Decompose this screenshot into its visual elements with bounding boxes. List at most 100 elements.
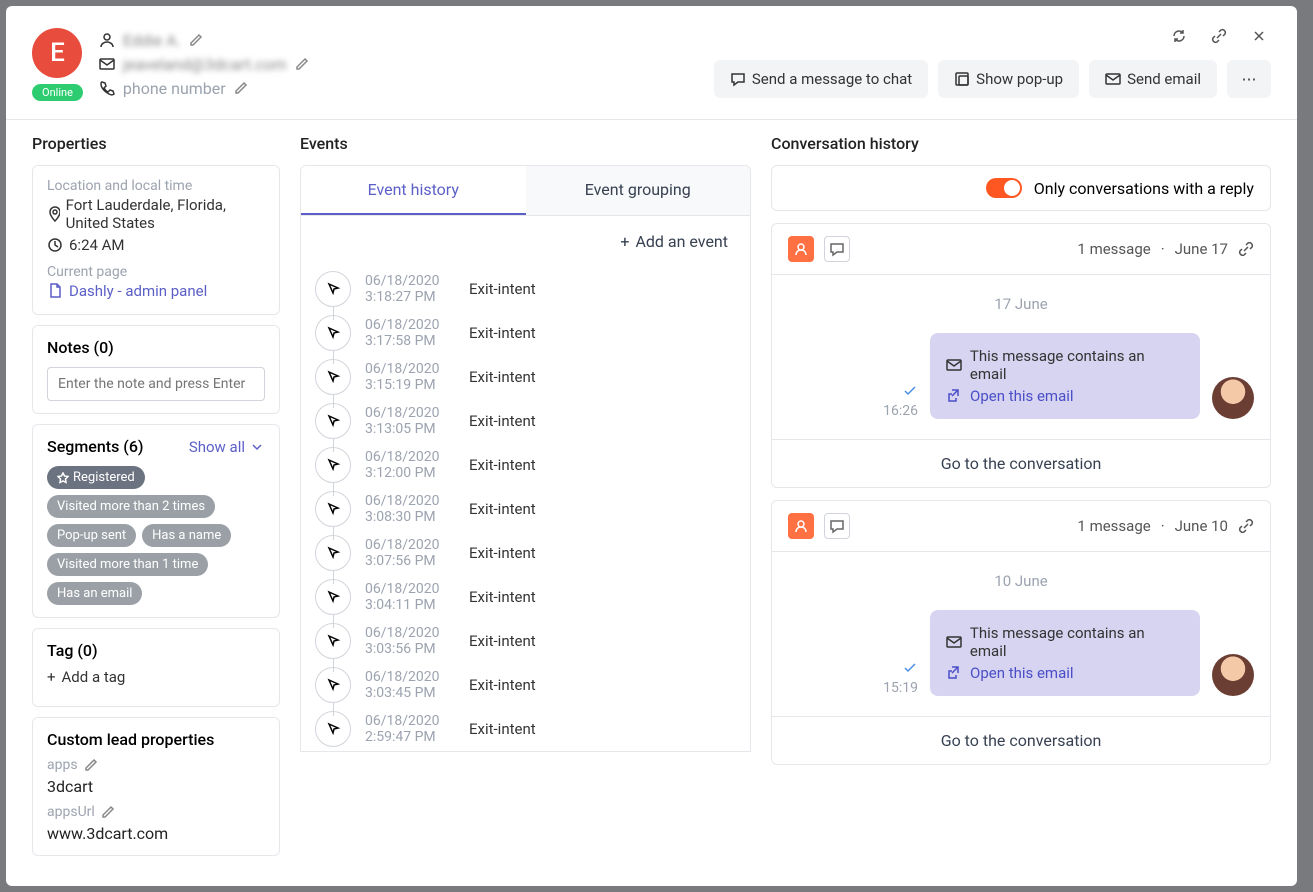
event-timestamp: 06/18/20202:59:47 PM [365, 713, 455, 745]
reply-filter-toggle[interactable] [986, 178, 1022, 198]
mail-icon [99, 56, 115, 72]
refresh-icon[interactable] [1171, 28, 1191, 48]
event-name: Exit-intent [469, 412, 536, 430]
msg-time: 15:19 [883, 680, 918, 696]
cursor-icon [315, 447, 351, 483]
reply-filter-label: Only conversations with a reply [1034, 179, 1254, 198]
tag-title: Tag (0) [47, 641, 265, 660]
link-icon[interactable] [1238, 518, 1254, 534]
event-timestamp: 06/18/20203:15:19 PM [365, 361, 455, 393]
segment-chip: Visited more than 1 time [47, 553, 208, 576]
mail-icon [946, 357, 962, 373]
event-name: Exit-intent [469, 368, 536, 386]
add-event-button[interactable]: +Add an event [301, 216, 750, 267]
goto-conversation-button[interactable]: Go to the conversation [772, 716, 1270, 764]
edit-name-icon[interactable] [189, 33, 203, 47]
add-tag-button[interactable]: +Add a tag [47, 660, 265, 694]
event-name: Exit-intent [469, 632, 536, 650]
event-timestamp: 06/18/20203:07:56 PM [365, 537, 455, 569]
segments-title: Segments (6) [47, 437, 144, 456]
close-icon[interactable] [1251, 28, 1271, 48]
external-icon [946, 665, 962, 681]
event-row[interactable]: 06/18/20203:17:58 PM Exit-intent [301, 311, 750, 355]
show-popup-button[interactable]: Show pop-up [938, 60, 1079, 98]
conversation-card: 1 message· June 17 17 June 16:26 This me… [771, 223, 1271, 488]
send-email-button[interactable]: Send email [1089, 60, 1217, 98]
sender-avatar [1212, 654, 1254, 696]
message-bubble: This message contains an email Open this… [930, 333, 1200, 419]
cursor-icon [315, 535, 351, 571]
event-row[interactable]: 06/18/20203:04:11 PM Exit-intent [301, 575, 750, 619]
edit-phone-icon[interactable] [234, 81, 248, 95]
chat-icon [730, 71, 746, 87]
segment-chip: Registered [47, 466, 145, 489]
event-row[interactable]: 06/18/20203:03:45 PM Exit-intent [301, 663, 750, 707]
event-timestamp: 06/18/20203:13:05 PM [365, 405, 455, 437]
cursor-icon [315, 271, 351, 307]
event-timestamp: 06/18/20203:08:30 PM [365, 493, 455, 525]
open-email-link[interactable]: Open this email [946, 662, 1184, 684]
event-row[interactable]: 06/18/20203:12:00 PM Exit-intent [301, 443, 750, 487]
segment-chip: Has an email [47, 582, 142, 605]
edit-prop-icon[interactable] [101, 805, 115, 819]
external-icon [946, 388, 962, 404]
conversation-title: Conversation history [771, 120, 1271, 165]
show-all-link[interactable]: Show all [189, 438, 265, 456]
mail-icon [1105, 71, 1121, 87]
events-title: Events [300, 120, 751, 165]
event-timestamp: 06/18/20203:03:45 PM [365, 669, 455, 701]
time-value: 6:24 AM [69, 236, 125, 254]
event-row[interactable]: 06/18/20203:07:56 PM Exit-intent [301, 531, 750, 575]
status-badge: Online [32, 84, 83, 101]
event-timestamp: 06/18/20203:12:00 PM [365, 449, 455, 481]
mail-icon [946, 634, 962, 650]
prop-label: apps [47, 757, 78, 773]
link-icon[interactable] [1238, 241, 1254, 257]
conv-body-date: 17 June [788, 295, 1254, 313]
star-icon [57, 472, 69, 484]
edit-prop-icon[interactable] [84, 758, 98, 772]
event-row[interactable]: 06/18/20202:59:47 PM Exit-intent [301, 707, 750, 751]
conv-meta: 1 message [1077, 240, 1150, 258]
conv-meta: 1 message [1077, 517, 1150, 535]
prop-label: appsUrl [47, 804, 95, 820]
segment-chip: Pop-up sent [47, 524, 136, 547]
segment-chip: Visited more than 2 times [47, 495, 215, 518]
tab-event-grouping[interactable]: Event grouping [526, 166, 751, 215]
current-page-link[interactable]: Dashly - admin panel [69, 282, 207, 300]
more-button[interactable]: ⋯ [1227, 60, 1271, 98]
event-timestamp: 06/18/20203:17:58 PM [365, 317, 455, 349]
event-name: Exit-intent [469, 324, 536, 342]
cursor-icon [315, 491, 351, 527]
sender-avatar [1212, 377, 1254, 419]
user-email: jeaveland@3dcart.com [123, 55, 287, 74]
event-timestamp: 06/18/20203:04:11 PM [365, 581, 455, 613]
open-email-link[interactable]: Open this email [946, 385, 1184, 407]
edit-email-icon[interactable] [295, 57, 309, 71]
event-row[interactable]: 06/18/20203:15:19 PM Exit-intent [301, 355, 750, 399]
contact-icon [788, 513, 814, 539]
event-row[interactable]: 06/18/20203:13:05 PM Exit-intent [301, 399, 750, 443]
conv-date: June 10 [1175, 517, 1228, 535]
tab-event-history[interactable]: Event history [301, 166, 526, 215]
note-input[interactable] [47, 367, 265, 401]
message-bubble: This message contains an email Open this… [930, 610, 1200, 696]
link-icon[interactable] [1211, 28, 1231, 48]
cursor-icon [315, 359, 351, 395]
prop-value: 3dcart [47, 777, 265, 796]
page-label: Current page [47, 264, 265, 280]
chevron-down-icon [249, 439, 265, 455]
goto-conversation-button[interactable]: Go to the conversation [772, 439, 1270, 487]
pin-icon [47, 206, 60, 222]
check-icon [902, 383, 918, 399]
event-row[interactable]: 06/18/20203:03:56 PM Exit-intent [301, 619, 750, 663]
cursor-icon [315, 711, 351, 747]
event-name: Exit-intent [469, 720, 536, 738]
event-row[interactable]: 06/18/20203:08:30 PM Exit-intent [301, 487, 750, 531]
user-icon [99, 32, 115, 48]
event-name: Exit-intent [469, 588, 536, 606]
msg-time: 16:26 [883, 403, 918, 419]
cursor-icon [315, 403, 351, 439]
send-chat-button[interactable]: Send a message to chat [714, 60, 928, 98]
event-row[interactable]: 06/18/20203:18:27 PM Exit-intent [301, 267, 750, 311]
